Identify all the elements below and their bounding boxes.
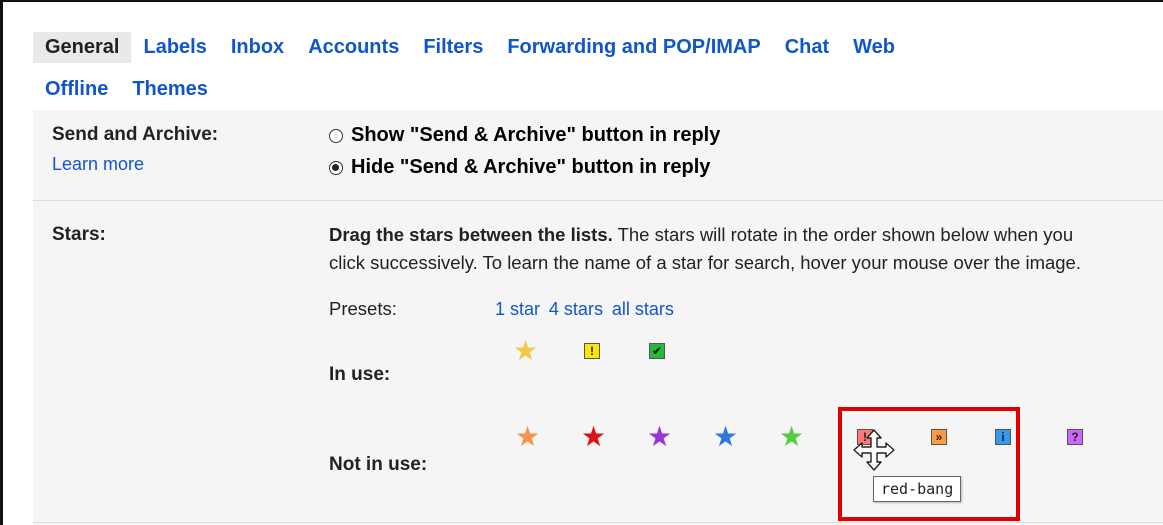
tab-web[interactable]: Web: [841, 36, 907, 59]
preset-all-stars[interactable]: all stars: [612, 299, 674, 319]
hide-send-archive-option[interactable]: Hide "Send & Archive" button in reply: [329, 156, 710, 179]
tab-general[interactable]: General: [33, 31, 132, 63]
in-use-label: In use:: [329, 364, 391, 385]
tab-labels[interactable]: Labels: [131, 36, 218, 59]
tab-themes[interactable]: Themes: [120, 78, 220, 101]
section-divider-bottom: [33, 522, 1163, 523]
tabs-row-1: General Labels Inbox Accounts Filters Fo…: [33, 30, 907, 64]
star-name-tooltip: red-bang: [873, 476, 962, 502]
red-star-icon[interactable]: ★: [581, 423, 606, 451]
hide-send-archive-radio[interactable]: [329, 160, 343, 175]
tab-offline[interactable]: Offline: [33, 78, 120, 101]
stars-instruction-rest: The stars will rotate in the order shown…: [612, 224, 1074, 245]
show-send-archive-radio[interactable]: [329, 128, 343, 143]
move-cursor-icon: [853, 429, 895, 471]
green-star-icon[interactable]: ★: [779, 423, 804, 451]
send-archive-label: Send and Archive:: [52, 124, 219, 145]
preset-4-stars[interactable]: 4 stars: [549, 299, 603, 319]
blue-star-icon[interactable]: ★: [713, 423, 738, 451]
show-send-archive-label: Show "Send & Archive" button in reply: [351, 124, 721, 146]
purple-question-icon[interactable]: ?: [1067, 429, 1083, 445]
tab-inbox[interactable]: Inbox: [219, 36, 296, 59]
show-send-archive-option[interactable]: Show "Send & Archive" button in reply: [329, 124, 720, 147]
purple-star-icon[interactable]: ★: [647, 423, 672, 451]
stars-instruction-bold: Drag the stars between the lists.: [329, 224, 613, 245]
hide-send-archive-label: Hide "Send & Archive" button in reply: [351, 156, 711, 178]
tab-chat[interactable]: Chat: [773, 36, 841, 59]
window-top-border: [0, 0, 1163, 2]
stars-instruction-line-1: Drag the stars between the lists. The st…: [329, 224, 1073, 246]
window-left-border: [0, 0, 3, 525]
presets-links: 1 star 4 stars all stars: [495, 299, 674, 320]
tab-accounts[interactable]: Accounts: [296, 36, 411, 59]
tab-filters[interactable]: Filters: [411, 36, 495, 59]
presets-label: Presets:: [329, 298, 397, 319]
green-check-icon[interactable]: ✔: [649, 343, 665, 359]
tab-forwarding[interactable]: Forwarding and POP/IMAP: [495, 36, 772, 59]
learn-more-link[interactable]: Learn more: [52, 154, 144, 175]
yellow-bang-icon[interactable]: !: [584, 343, 600, 359]
settings-tabs: General Labels Inbox Accounts Filters Fo…: [33, 28, 1163, 108]
section-divider: [33, 200, 1163, 201]
tabs-row-2: Offline Themes: [33, 72, 220, 106]
stars-label: Stars:: [52, 224, 106, 245]
yellow-star-icon[interactable]: ★: [513, 337, 538, 365]
orange-star-icon[interactable]: ★: [515, 423, 540, 451]
stars-instruction-line-2: click successively. To learn the name of…: [329, 252, 1081, 273]
preset-1-star[interactable]: 1 star: [495, 299, 540, 319]
not-in-use-label: Not in use:: [329, 454, 428, 475]
